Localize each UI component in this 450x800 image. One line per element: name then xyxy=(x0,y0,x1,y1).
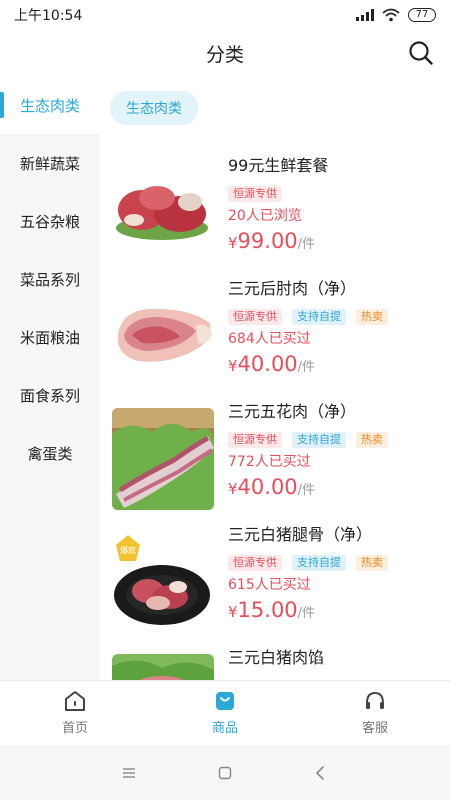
signal-icon xyxy=(356,9,374,21)
product-price: ¥40.00/件 xyxy=(228,352,316,376)
tag-pickup: 支持自提 xyxy=(292,555,346,571)
subcategory-chip[interactable]: 生态肉类 xyxy=(110,91,198,125)
product-stat: 615人已买过 xyxy=(228,577,311,593)
tag-supplier: 恒源专供 xyxy=(228,555,282,571)
product-name: 三元白猪肉馅 xyxy=(228,648,325,667)
tab-home[interactable]: 首页 xyxy=(0,681,150,745)
product-card[interactable]: 99元生鲜套餐 恒源专供 20人已浏览 ¥99.00/件 xyxy=(100,140,450,264)
product-price: ¥40.00/件 xyxy=(228,475,316,499)
product-name: 99元生鲜套餐 xyxy=(228,156,329,175)
tab-products[interactable]: 商品 xyxy=(150,681,300,745)
product-name: 三元五花肉（净） xyxy=(228,402,357,421)
sidebar-item-meat[interactable]: 生态肉类 xyxy=(0,76,100,134)
product-name: 三元后肘肉（净） xyxy=(228,279,357,298)
sidebar-item-rice-flour-oil[interactable]: 米面粮油 xyxy=(0,308,100,366)
product-info: 99元生鲜套餐 恒源专供 20人已浏览 ¥99.00/件 xyxy=(228,152,444,258)
product-card[interactable]: 爆款 三元白猪腿骨（净） 恒源专供 支持自提 热卖 615人已买过 ¥15.00… xyxy=(100,509,450,633)
category-sidebar: 生态肉类 新鲜蔬菜 五谷杂粮 菜品系列 米面粮油 面食系列 禽蛋类 xyxy=(0,76,100,680)
product-info: 三元五花肉（净） 恒源专供 支持自提 热卖 772人已买过 ¥40.00/件 xyxy=(228,398,444,504)
product-card[interactable]: 三元五花肉（净） 恒源专供 支持自提 热卖 772人已买过 ¥40.00/件 xyxy=(100,386,450,510)
home-square-icon[interactable] xyxy=(217,765,233,781)
sidebar-item-vegetables[interactable]: 新鲜蔬菜 xyxy=(0,134,100,192)
page-title: 分类 xyxy=(205,43,244,66)
sidebar-item-dishes[interactable]: 菜品系列 xyxy=(0,250,100,308)
sidebar-item-poultry-eggs[interactable]: 禽蛋类 xyxy=(0,424,100,482)
product-price: ¥99.00/件 xyxy=(228,229,316,253)
tag-supplier: 恒源专供 xyxy=(228,432,282,448)
shopping-bag-icon xyxy=(216,692,234,710)
bottom-tab-bar: 首页 商品 客服 xyxy=(0,680,450,745)
status-bar: 上午10:54 77 xyxy=(0,0,450,30)
sidebar-item-noodles[interactable]: 面食系列 xyxy=(0,366,100,424)
product-list: 生态肉类 99元生鲜套餐 恒源专供 20人已浏览 ¥99.00/件 三元后肘肉（… xyxy=(100,76,450,680)
back-icon[interactable] xyxy=(313,765,329,781)
product-tags: 恒源专供 支持自提 热卖 xyxy=(228,309,444,325)
tab-label: 商品 xyxy=(211,721,238,736)
tag-hot: 热卖 xyxy=(356,432,388,448)
tag-pickup: 支持自提 xyxy=(292,309,346,325)
product-stat: 684人已买过 xyxy=(228,331,311,347)
menu-icon[interactable] xyxy=(121,765,137,781)
product-price: ¥15.00/件 xyxy=(228,598,316,622)
tag-pickup: 支持自提 xyxy=(292,432,346,448)
svg-text:爆款: 爆款 xyxy=(120,545,136,555)
headset-icon xyxy=(366,691,384,709)
product-image xyxy=(112,285,214,387)
product-tags: 恒源专供 xyxy=(228,186,444,202)
product-image xyxy=(112,654,214,680)
product-image xyxy=(112,408,214,510)
tab-customer-service[interactable]: 客服 xyxy=(300,681,450,745)
tag-supplier: 恒源专供 xyxy=(228,309,282,325)
product-tags: 恒源专供 支持自提 热卖 xyxy=(228,432,444,448)
product-card[interactable]: 三元白猪肉馅 xyxy=(100,632,450,680)
product-info: 三元白猪腿骨（净） 恒源专供 支持自提 热卖 615人已买过 ¥15.00/件 xyxy=(228,521,444,627)
status-time: 上午10:54 xyxy=(14,8,83,24)
product-stat: 20人已浏览 xyxy=(228,208,302,224)
tag-supplier: 恒源专供 xyxy=(228,186,282,202)
product-tags: 恒源专供 支持自提 热卖 xyxy=(228,555,444,571)
system-nav-bar xyxy=(0,745,450,800)
product-info: 三元白猪肉馅 xyxy=(228,644,444,672)
status-icons: 77 xyxy=(356,8,436,22)
product-image: 爆款 xyxy=(112,531,214,633)
product-image xyxy=(112,162,214,264)
product-info: 三元后肘肉（净） 恒源专供 支持自提 热卖 684人已买过 ¥40.00/件 xyxy=(228,275,444,381)
sidebar-item-grains[interactable]: 五谷杂粮 xyxy=(0,192,100,250)
tag-hot: 热卖 xyxy=(356,309,388,325)
battery-icon: 77 xyxy=(408,8,436,22)
wifi-icon xyxy=(382,8,400,22)
tag-hot: 热卖 xyxy=(356,555,388,571)
tab-label: 客服 xyxy=(361,721,388,736)
product-card[interactable]: 三元后肘肉（净） 恒源专供 支持自提 热卖 684人已买过 ¥40.00/件 xyxy=(100,263,450,387)
header: 分类 xyxy=(0,30,450,76)
product-name: 三元白猪腿骨（净） xyxy=(228,525,373,544)
subcategory-row: 生态肉类 xyxy=(100,76,450,140)
search-icon[interactable] xyxy=(408,40,434,66)
home-icon xyxy=(65,691,85,711)
product-stat: 772人已买过 xyxy=(228,454,311,470)
tab-label: 首页 xyxy=(61,721,88,736)
